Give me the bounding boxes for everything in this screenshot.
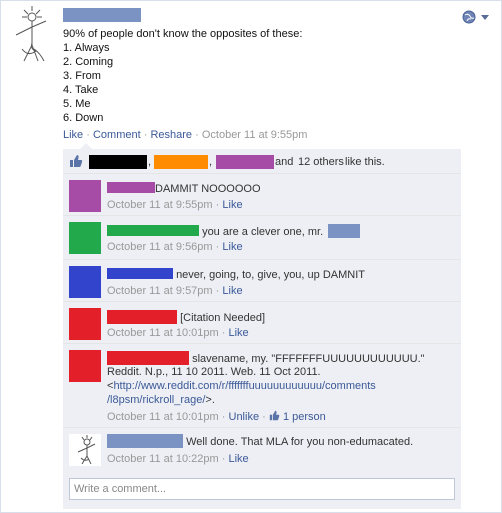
commenter-avatar[interactable] (69, 266, 101, 298)
stick-figure-icon (15, 6, 47, 62)
commenter-avatar[interactable] (69, 350, 101, 382)
comment-item: Well done. That MLA for you non-edumacat… (63, 427, 461, 472)
commenter-name-redacted[interactable] (107, 182, 155, 193)
comment-timestamp[interactable]: October 11 at 10:22pm (107, 453, 219, 465)
commenter-name-redacted[interactable] (107, 225, 199, 236)
post-menu[interactable] (462, 10, 492, 24)
likes-suffix: like this. (345, 156, 385, 168)
separator: · (143, 129, 148, 141)
separator: · (86, 129, 90, 141)
commenter-avatar[interactable] (69, 222, 101, 254)
citation-bracket-close: >. (205, 394, 215, 406)
stick-figure-icon (77, 435, 96, 465)
comment-link[interactable]: Comment (93, 129, 141, 141)
post-line: 1. Always (63, 42, 110, 54)
separator: · (215, 199, 220, 211)
comment-item: slavename, my. "FFFFFFFUUUUUUUUUUUU." Re… (63, 343, 461, 428)
citation-link[interactable]: http://www.reddit.com/r/fffffffuuuuuuuuu… (113, 380, 375, 392)
comment-like-link[interactable]: Like (222, 241, 242, 253)
likes-others-link[interactable]: 12 others (298, 155, 344, 169)
comment-text: you are a clever one, mr. (202, 226, 324, 238)
post-actions: Like · Comment · Reshare · October 11 at… (63, 129, 307, 141)
likes-and: and (275, 156, 294, 168)
separator: · (195, 129, 199, 141)
commenter-name-redacted[interactable] (107, 351, 189, 365)
comment-text: Well done. That MLA for you non-edumacat… (186, 436, 414, 448)
mentioned-name-redacted[interactable] (328, 224, 361, 238)
comment-timestamp[interactable]: October 11 at 10:01pm (107, 411, 219, 423)
comment-item: you are a clever one, mr. October 11 at … (63, 215, 461, 260)
likes-summary: , , and 12 others like this. (63, 149, 461, 173)
thumbs-up-icon (70, 155, 83, 167)
comment-item: DAMMIT NOOOOOO October 11 at 9:55pm · Li… (63, 173, 461, 216)
separator: · (215, 241, 220, 253)
commenter-name-redacted[interactable] (107, 434, 183, 448)
comment-item: [Citation Needed] October 11 at 10:01pm … (63, 301, 461, 344)
comment-timestamp[interactable]: October 11 at 9:55pm (107, 199, 213, 211)
post-line: 3. From (63, 70, 101, 82)
liker-redacted-2[interactable] (154, 155, 208, 169)
like-link[interactable]: Like (63, 129, 83, 141)
separator: · (262, 411, 266, 423)
liker-redacted-3[interactable] (216, 155, 274, 169)
separator: · (221, 453, 226, 465)
comment-like-link[interactable]: Like (229, 453, 249, 465)
comment-like-link[interactable]: Like (222, 285, 242, 297)
post-line: 2. Coming (63, 56, 114, 68)
comment-timestamp[interactable]: October 11 at 9:56pm (107, 241, 213, 253)
comment-text: slavename, my. "FFFFFFFUUUUUUUUUUUU." (192, 353, 425, 365)
thumbs-up-icon (269, 410, 280, 421)
comment-citation-line: Reddit. N.p., 11 10 2011. Web. 11 Oct 20… (107, 366, 321, 378)
comment-item: never, going, to, give, you, up DAMNIT O… (63, 259, 461, 302)
comment-timestamp[interactable]: October 11 at 10:01pm (107, 327, 219, 339)
commenter-avatar[interactable] (69, 434, 101, 466)
commenter-avatar[interactable] (69, 308, 101, 340)
commenter-name-redacted[interactable] (107, 268, 173, 279)
comment-like-link[interactable]: Like (222, 199, 242, 211)
globe-icon (462, 10, 489, 24)
comment-text: DAMMIT NOOOOOO (155, 183, 261, 195)
comment-timestamp[interactable]: October 11 at 9:57pm (107, 285, 213, 297)
separator: · (221, 411, 226, 423)
poster-name-redacted[interactable] (63, 8, 141, 22)
likes-comma: , (209, 156, 213, 168)
citation-link-continued[interactable]: /l8psm/rickroll_rage/ (107, 394, 205, 406)
reshare-link[interactable]: Reshare (150, 129, 192, 141)
post-timestamp[interactable]: October 11 at 9:55pm (202, 129, 308, 141)
likes-comma: , (148, 156, 152, 168)
comment-input-wrapper (69, 478, 455, 500)
poster-avatar[interactable] (4, 5, 54, 69)
commenter-avatar[interactable] (69, 180, 101, 212)
separator: · (215, 285, 220, 297)
comment-likes-count[interactable]: 1 person (283, 411, 326, 423)
post-line: 6. Down (63, 112, 104, 124)
comment-like-link[interactable]: Like (229, 327, 249, 339)
commenter-name-redacted[interactable] (107, 310, 177, 324)
liker-redacted-1[interactable] (89, 155, 147, 169)
feedback-panel: , , and 12 others like this. DAMMIT NOOO… (63, 149, 461, 509)
post-line: 5. Me (63, 98, 91, 110)
post-line: 4. Take (63, 84, 99, 96)
post-message: 90% of people don't know the opposites o… (63, 27, 443, 125)
comment-input[interactable] (74, 480, 444, 498)
comment-text: never, going, to, give, you, up DAMNIT (176, 269, 365, 281)
separator: · (221, 327, 226, 339)
post-line: 90% of people don't know the opposites o… (63, 28, 303, 40)
comment-text: [Citation Needed] (180, 312, 266, 324)
comment-unlike-link[interactable]: Unlike (229, 411, 260, 423)
